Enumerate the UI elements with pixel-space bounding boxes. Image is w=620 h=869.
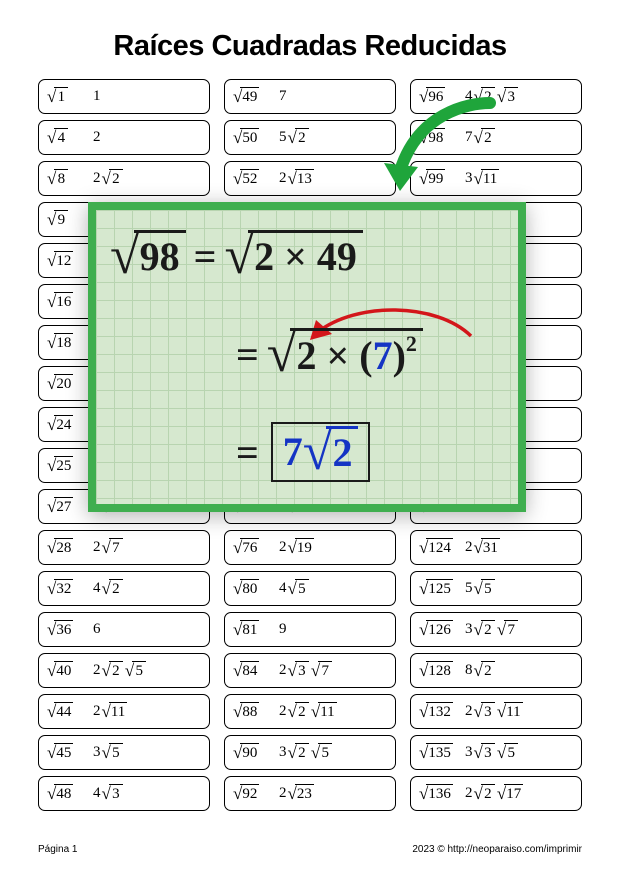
table-row: √903√2√5 [224, 735, 396, 770]
table-row: √987√2 [410, 120, 582, 155]
table-row: √1242√31 [410, 530, 582, 565]
table-row: √497 [224, 79, 396, 114]
page-footer: Página 1 2023 © http://neoparaiso.com/im… [38, 844, 582, 855]
table-row: √819 [224, 612, 396, 647]
table-row: √402√2√5 [38, 653, 210, 688]
footer-copyright: 2023 © http://neoparaiso.com/imprimir [412, 844, 582, 855]
table-row: √366 [38, 612, 210, 647]
page-title: Raíces Cuadradas Reducidas [38, 30, 582, 63]
table-row: √42 [38, 120, 210, 155]
table-row: √282√7 [38, 530, 210, 565]
table-row: √842√3√7 [224, 653, 396, 688]
table-row: √1255√5 [410, 571, 582, 606]
table-row: √453√5 [38, 735, 210, 770]
table-row: √82√2 [38, 161, 210, 196]
table-row: √522√13 [224, 161, 396, 196]
table-row: √882√2√11 [224, 694, 396, 729]
example-line-1: √98 = √2 × 49 [110, 230, 363, 282]
table-row: √1353√3√5 [410, 735, 582, 770]
table-row: √484√3 [38, 776, 210, 811]
table-row: √442√11 [38, 694, 210, 729]
table-row: √964√2√3 [410, 79, 582, 114]
footer-page-number: Página 1 [38, 844, 77, 855]
table-row: √1322√3√11 [410, 694, 582, 729]
table-row: √762√19 [224, 530, 396, 565]
table-row: √1362√2√17 [410, 776, 582, 811]
example-overlay: √98 = √2 × 49 = √2 × (7)2 = 7√2 [88, 202, 526, 512]
table-row: √922√23 [224, 776, 396, 811]
example-result: = 7√2 [236, 422, 370, 482]
worksheet-page: Raíces Cuadradas Reducidas √11 √42 √82√2 √9… [0, 0, 620, 869]
table-row: √324√2 [38, 571, 210, 606]
table-row: √1263√2√7 [410, 612, 582, 647]
table-row: √505√2 [224, 120, 396, 155]
table-row: √11 [38, 79, 210, 114]
table-row: √993√11 [410, 161, 582, 196]
table-row: √1288√2 [410, 653, 582, 688]
example-line-2: = √2 × (7)2 [236, 328, 423, 381]
table-row: √804√5 [224, 571, 396, 606]
